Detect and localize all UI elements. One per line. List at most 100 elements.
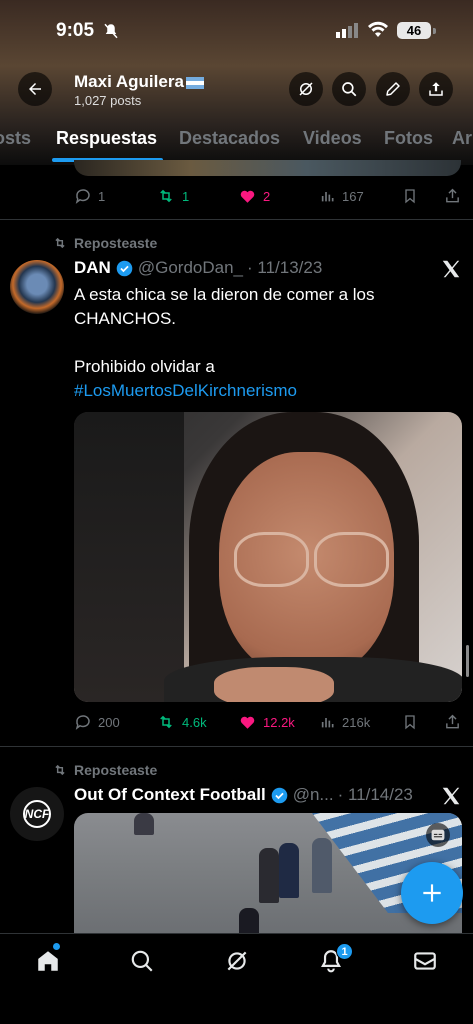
like-button[interactable]: 2: [238, 187, 270, 205]
like-count: 2: [263, 188, 271, 204]
bookmark-button[interactable]: [402, 187, 418, 205]
nav-grok[interactable]: [222, 946, 252, 976]
avatar[interactable]: NCF: [10, 787, 64, 841]
verified-badge-icon: [271, 787, 287, 803]
x-logo-icon[interactable]: [440, 258, 462, 280]
edit-button[interactable]: [376, 72, 410, 106]
grok-icon: [227, 951, 247, 971]
status-bar: 9:05 46: [0, 18, 473, 48]
tab-videos[interactable]: Videos: [303, 128, 362, 149]
search-button[interactable]: [332, 72, 366, 106]
reposted-label-text: Reposteaste: [74, 762, 158, 778]
captions-icon: [431, 829, 445, 841]
previous-tweet-media[interactable]: [74, 160, 461, 176]
heart-filled-icon: [240, 716, 255, 729]
bookmark-icon: [405, 189, 415, 204]
tab-articles[interactable]: Ar: [452, 128, 472, 149]
reply-icon: [75, 715, 90, 730]
heart-filled-icon: [240, 190, 255, 203]
reply-count: 200: [98, 714, 120, 730]
profile-name-text: Maxi Aguilera: [74, 72, 184, 91]
reply-count: 1: [98, 188, 106, 204]
back-button[interactable]: [18, 72, 52, 106]
repost-count: 4.6k: [182, 714, 207, 730]
home-unread-dot: [53, 943, 60, 950]
tweet-date: · 11/13/23: [247, 258, 323, 277]
status-time: 9:05: [56, 20, 95, 41]
argentina-flag-icon: [185, 76, 204, 89]
battery-indicator: 46: [397, 22, 431, 39]
scrollbar[interactable]: [466, 645, 469, 677]
tweet-text-line: CHANCHOS.: [74, 309, 177, 328]
tab-highlights[interactable]: Destacados: [179, 128, 280, 149]
author-handle[interactable]: @GordoDan_: [138, 258, 243, 278]
nav-search[interactable]: [127, 946, 157, 976]
tweet-divider: [0, 219, 473, 220]
tab-posts[interactable]: osts: [0, 128, 31, 149]
tweet-text-spacer: [74, 331, 454, 355]
tweet-author-line: DAN @GordoDan_ · 11/13/23: [74, 258, 322, 278]
views-button[interactable]: 216k: [320, 714, 370, 730]
photo-hand: [214, 667, 334, 702]
verified-badge-icon: [116, 260, 133, 276]
tweet-image[interactable]: [74, 412, 462, 702]
tweet-divider: [0, 746, 473, 747]
reply-icon: [75, 189, 90, 204]
tweet-date: · 11/14/23: [337, 785, 413, 804]
profile-header: 9:05 46 Maxi Aguilera 1,027 posts sts Re…: [0, 0, 473, 165]
share-button[interactable]: [444, 713, 461, 731]
tweet-text: A esta chica se la dieron de comer a los…: [74, 283, 454, 403]
share-icon: [429, 82, 443, 96]
video-figure: [312, 838, 332, 893]
ncf-logo: NCF: [23, 800, 51, 828]
bottom-navigation: 1: [0, 933, 473, 1024]
reposted-label: Reposteaste: [52, 762, 157, 778]
nav-messages[interactable]: [410, 946, 440, 976]
profile-post-count: 1,027 posts: [74, 93, 142, 108]
captions-button[interactable]: [426, 823, 450, 847]
hashtag-link[interactable]: #LosMuertosDelKirchnerismo: [74, 379, 454, 403]
share-button[interactable]: [444, 187, 461, 205]
reply-button[interactable]: 200: [74, 713, 120, 731]
video-figure: [134, 813, 154, 835]
reply-button[interactable]: 1: [74, 187, 105, 205]
views-count: 167: [342, 188, 364, 204]
repost-icon: [55, 237, 65, 249]
tab-photos[interactable]: Fotos: [384, 128, 433, 149]
profile-tabs: osts Respuestas Destacados Videos Fotos …: [0, 125, 473, 162]
tab-replies[interactable]: Respuestas: [56, 128, 157, 149]
profile-name: Maxi Aguilera: [74, 72, 204, 92]
cellular-signal-icon: [336, 23, 358, 38]
previous-tweet-actions: 1 1 2 167: [74, 185, 464, 207]
like-count: 12.2k: [263, 714, 295, 730]
repost-button[interactable]: 4.6k: [156, 713, 207, 731]
repost-count: 1: [182, 188, 190, 204]
like-button[interactable]: 12.2k: [238, 713, 295, 731]
photo-background: [74, 412, 184, 702]
author-name[interactable]: Out Of Context Football: [74, 785, 266, 805]
views-button[interactable]: 167: [320, 188, 364, 204]
repost-button[interactable]: 1: [156, 187, 189, 205]
tweet-text-line: Prohibido olvidar a: [74, 357, 215, 376]
share-icon: [446, 188, 459, 203]
grok-button[interactable]: [289, 72, 323, 106]
author-handle[interactable]: @n...: [293, 785, 334, 805]
grok-icon: [299, 82, 313, 96]
bookmark-button[interactable]: [402, 713, 418, 731]
share-icon: [446, 714, 459, 729]
author-name[interactable]: DAN: [74, 258, 111, 278]
avatar[interactable]: [10, 260, 64, 314]
x-logo-icon[interactable]: [440, 785, 462, 807]
tweet-actions: 200 4.6k 12.2k 216k: [74, 711, 464, 733]
reposted-label-text: Reposteaste: [74, 235, 158, 251]
share-profile-button[interactable]: [419, 72, 453, 106]
arrow-left-icon: [29, 83, 41, 95]
nav-home[interactable]: [33, 946, 63, 976]
bell-muted-icon: [104, 23, 118, 39]
views-icon: [321, 718, 334, 728]
compose-post-button[interactable]: [401, 862, 463, 924]
plus-icon: [423, 884, 441, 902]
tweet-video[interactable]: [74, 813, 462, 933]
video-figure: [259, 848, 279, 903]
reposted-label: Reposteaste: [52, 235, 157, 251]
